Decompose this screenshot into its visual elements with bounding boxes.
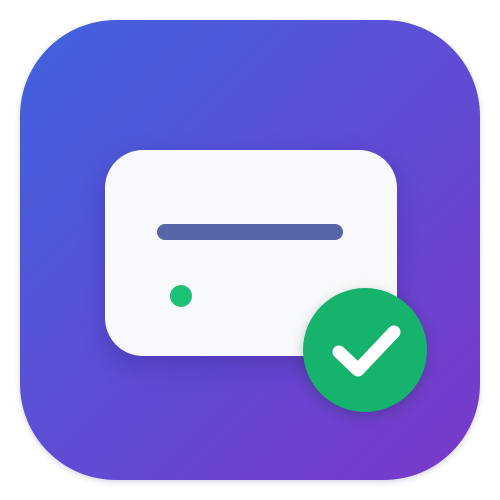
checkmark-icon — [332, 325, 401, 377]
app-icon-tile — [20, 20, 480, 480]
slot-bar — [157, 224, 343, 240]
checkmark-badge — [303, 288, 427, 412]
icon-canvas — [0, 0, 500, 500]
status-led-dot — [170, 285, 192, 307]
